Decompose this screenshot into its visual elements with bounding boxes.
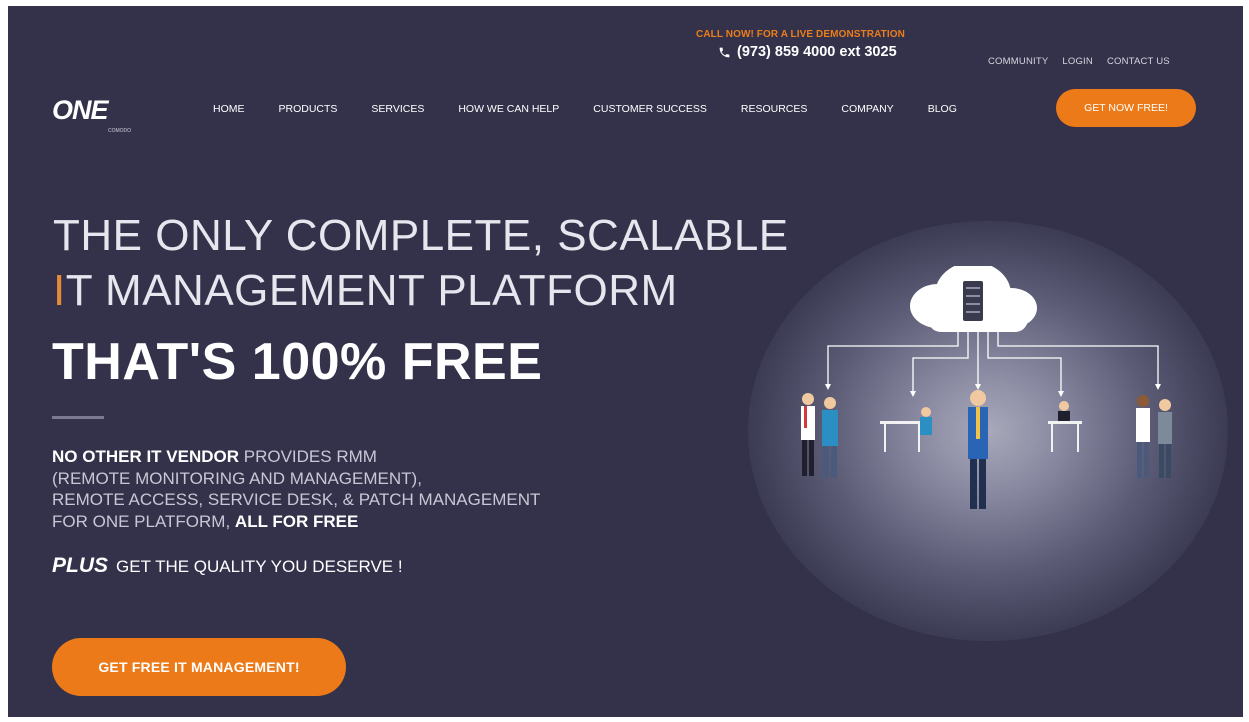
hero-line-1: THE ONLY COMPLETE, SCALABLE	[53, 211, 789, 260]
hero-description: NO OTHER IT VENDOR PROVIDES RMM (REMOTE …	[52, 446, 540, 532]
nav-how-we-can-help[interactable]: HOW WE CAN HELP	[458, 103, 559, 115]
center-person	[968, 390, 988, 509]
cloud-server-icon	[910, 266, 1037, 332]
nav-customer-success[interactable]: CUSTOMER SUCCESS	[593, 103, 707, 115]
hero-headline: THAT'S 100% FREE	[52, 333, 543, 391]
desc-text-1: PROVIDES RMM	[239, 447, 377, 466]
logo-sub: COMODO	[108, 128, 132, 134]
phone-icon	[719, 47, 730, 57]
page-frame: CALL NOW! FOR A LIVE DEMONSTRATION (973)…	[8, 6, 1243, 717]
hero-line-2-rest: T MANAGEMENT PLATFORM	[65, 266, 678, 315]
desk-worker-2	[1048, 401, 1082, 452]
nav-company[interactable]: COMPANY	[841, 103, 893, 115]
call-label: CALL NOW! FOR A LIVE DEMONSTRATION	[696, 29, 905, 40]
people-group-right	[1136, 395, 1172, 478]
desc-text-4: FOR ONE PLATFORM,	[52, 511, 235, 531]
it-management-illustration	[801, 266, 1172, 509]
nav-products[interactable]: PRODUCTS	[279, 103, 338, 115]
community-link[interactable]: COMMUNITY	[988, 56, 1048, 67]
divider	[52, 416, 104, 419]
nav-blog[interactable]: BLOG	[928, 103, 957, 115]
get-free-it-management-button[interactable]: GET FREE IT MANAGEMENT!	[52, 638, 346, 696]
login-link[interactable]: LOGIN	[1062, 56, 1093, 67]
contact-us-link[interactable]: CONTACT US	[1107, 56, 1170, 67]
logo-word: ONE	[52, 95, 109, 125]
desc-strong-1: NO OTHER IT VENDOR	[52, 447, 240, 466]
logo[interactable]: ONE COMODO	[52, 95, 131, 134]
hero-line-2: IT MANAGEMENT PLATFORM	[53, 266, 678, 316]
desc-text-3: REMOTE ACCESS, SERVICE DESK, & PATCH MAN…	[52, 490, 541, 509]
nav-resources[interactable]: RESOURCES	[741, 103, 808, 115]
plus-text: GET THE QUALITY YOU DESERVE !	[116, 557, 403, 576]
plus-line: PLUS GET THE QUALITY YOU DESERVE !	[52, 554, 403, 578]
plus-label: PLUS	[52, 554, 109, 577]
nav-services[interactable]: SERVICES	[371, 103, 424, 115]
get-now-free-button[interactable]: GET NOW FREE!	[1056, 89, 1196, 127]
top-links: COMMUNITY LOGIN CONTACT US	[988, 56, 1170, 67]
hero-line-2-accent: I	[53, 266, 66, 315]
phone-number[interactable]: (973) 859 4000 ext 3025	[718, 44, 897, 60]
main-nav: HOME PRODUCTS SERVICES HOW WE CAN HELP C…	[213, 103, 991, 115]
desc-text-2: (REMOTE MONITORING AND MANAGEMENT),	[52, 468, 422, 488]
desk-worker-1	[880, 407, 932, 452]
phone-text: (973) 859 4000 ext 3025	[737, 44, 897, 60]
people-group-left	[801, 393, 838, 478]
desc-strong-2: ALL FOR FREE	[234, 511, 359, 531]
nav-home[interactable]: HOME	[213, 103, 245, 115]
